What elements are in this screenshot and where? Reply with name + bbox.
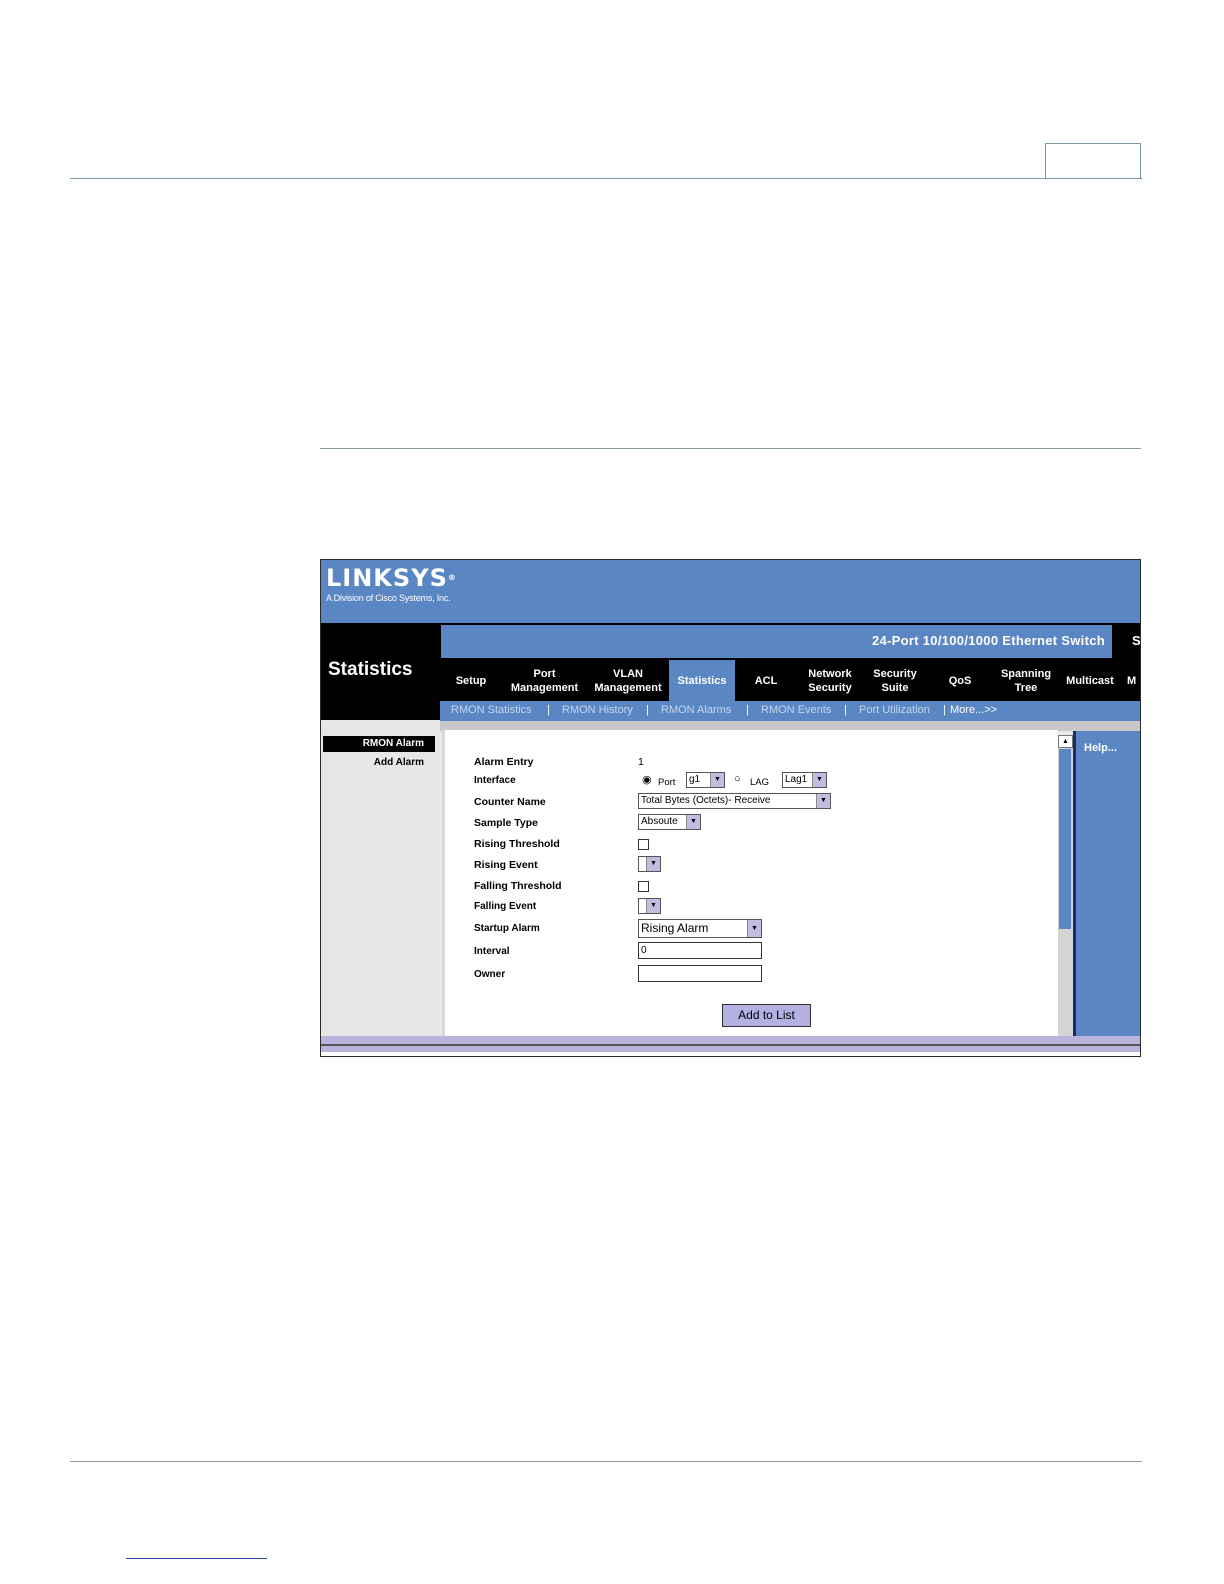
alarm-entry-label: Alarm Entry <box>474 756 534 768</box>
tab-spanning-tree[interactable]: Spanning Tree <box>993 660 1059 701</box>
sample-type-select[interactable]: Absoute ▼ <box>638 814 701 830</box>
tab-setup[interactable]: Setup <box>440 660 502 701</box>
lag-select-value: Lag1 <box>785 774 808 785</box>
interface-label: Interface <box>474 775 516 786</box>
section-rule <box>320 448 1141 449</box>
subnav-more[interactable]: More...>> <box>950 704 997 716</box>
brand-bar: LINKSYS® A Division of Cisco Systems, In… <box>321 560 1140 623</box>
tab-port-management[interactable]: Port Management <box>502 660 587 701</box>
vertical-scrollbar[interactable]: ▲ <box>1058 735 1073 1036</box>
counter-name-label: Counter Name <box>474 796 546 808</box>
falling-event-label: Falling Event <box>474 901 537 912</box>
chevron-down-icon: ▼ <box>812 773 826 787</box>
rising-event-select[interactable]: ▼ <box>638 856 661 872</box>
page-title: Statistics <box>328 659 413 680</box>
footer-band <box>321 1036 1140 1044</box>
scrollbar-thumb[interactable] <box>1059 749 1071 929</box>
subnav-rmon-statistics[interactable]: RMON Statistics <box>451 704 532 716</box>
owner-label: Owner <box>474 969 506 980</box>
add-to-list-button[interactable]: Add to List <box>722 1004 811 1027</box>
sub-navigation: RMON Statistics | RMON History | RMON Al… <box>440 701 1140 721</box>
brand-mark: ® <box>447 573 457 582</box>
chevron-down-icon: ▼ <box>710 773 724 787</box>
chevron-down-icon: ▼ <box>646 899 660 913</box>
tab-more-cut-off[interactable]: M <box>1121 660 1140 701</box>
brand-subtitle: A Division of Cisco Systems, Inc. <box>326 593 451 603</box>
chevron-down-icon: ▼ <box>747 920 761 937</box>
subnav-separator: | <box>646 704 649 716</box>
tab-acl[interactable]: ACL <box>735 660 797 701</box>
lag-radio[interactable]: ○ <box>734 773 741 785</box>
port-select[interactable]: g1 ▼ <box>686 772 725 788</box>
port-radio-label: Port <box>658 777 676 788</box>
tab-qos[interactable]: QoS <box>927 660 993 701</box>
subnav-separator: | <box>547 704 550 716</box>
port-radio[interactable]: ◉ <box>642 773 652 786</box>
product-trailing-text: S <box>1132 633 1141 648</box>
footer-edge <box>321 1052 1140 1056</box>
tab-statistics[interactable]: Statistics <box>669 660 735 701</box>
lag-radio-label: LAG <box>750 777 770 788</box>
owner-input[interactable] <box>638 965 762 982</box>
subnav-rmon-events[interactable]: RMON Events <box>761 704 831 716</box>
main-tabs: Setup Port Management VLAN Management St… <box>440 660 1140 701</box>
help-panel <box>1073 731 1140 1036</box>
counter-name-value: Total Bytes (Octets)- Receive <box>641 795 771 806</box>
subnav-separator: | <box>746 704 749 716</box>
brand-name: LINKSYS <box>326 564 448 592</box>
chevron-down-icon: ▼ <box>816 794 830 808</box>
sidebar-item-rmon-alarm[interactable]: RMON Alarm <box>323 736 435 752</box>
subnav-separator: | <box>943 704 946 716</box>
alarm-entry-value: 1 <box>638 756 644 768</box>
footer-link-underline <box>126 1558 267 1559</box>
tab-security-suite[interactable]: Security Suite <box>863 660 927 701</box>
linksys-screenshot: LINKSYS® A Division of Cisco Systems, In… <box>320 559 1141 1057</box>
interval-label: Interval <box>474 946 510 957</box>
sample-type-label: Sample Type <box>474 817 538 829</box>
tab-network-security[interactable]: Network Security <box>797 660 863 701</box>
scroll-up-icon[interactable]: ▲ <box>1058 735 1073 748</box>
help-link[interactable]: Help... <box>1084 742 1117 754</box>
sidebar-item-add-alarm[interactable]: Add Alarm <box>323 755 435 771</box>
falling-threshold-checkbox[interactable] <box>638 881 649 892</box>
subnav-rmon-alarms[interactable]: RMON Alarms <box>661 704 731 716</box>
startup-alarm-label: Startup Alarm <box>474 923 540 934</box>
sample-type-value: Absoute <box>641 816 678 827</box>
interval-input[interactable]: 0 <box>638 942 762 959</box>
rising-threshold-checkbox[interactable] <box>638 839 649 850</box>
linksys-logo: LINKSYS® A Division of Cisco Systems, In… <box>326 564 457 603</box>
lag-select[interactable]: Lag1 ▼ <box>782 772 827 788</box>
chevron-down-icon: ▼ <box>686 815 700 829</box>
subnav-port-utilization[interactable]: Port Utilization <box>859 704 930 716</box>
chevron-down-icon: ▼ <box>646 857 660 871</box>
subnav-rmon-history[interactable]: RMON History <box>562 704 633 716</box>
counter-name-select[interactable]: Total Bytes (Octets)- Receive ▼ <box>638 793 831 809</box>
product-name: 24-Port 10/100/1000 Ethernet Switch <box>871 633 1105 648</box>
startup-alarm-value: Rising Alarm <box>641 921 709 935</box>
rising-event-label: Rising Event <box>474 859 538 871</box>
subnav-separator: | <box>844 704 847 716</box>
port-select-value: g1 <box>689 774 701 785</box>
tab-vlan-management[interactable]: VLAN Management <box>587 660 669 701</box>
rising-threshold-label: Rising Threshold <box>474 838 560 850</box>
falling-threshold-label: Falling Threshold <box>474 880 562 892</box>
tab-multicast[interactable]: Multicast <box>1059 660 1121 701</box>
falling-event-select[interactable]: ▼ <box>638 898 661 914</box>
page-header-tab-box <box>1045 143 1141 178</box>
startup-alarm-select[interactable]: Rising Alarm ▼ <box>638 919 762 938</box>
page-footer-rule <box>70 1461 1142 1462</box>
page-header-rule <box>70 178 1142 179</box>
